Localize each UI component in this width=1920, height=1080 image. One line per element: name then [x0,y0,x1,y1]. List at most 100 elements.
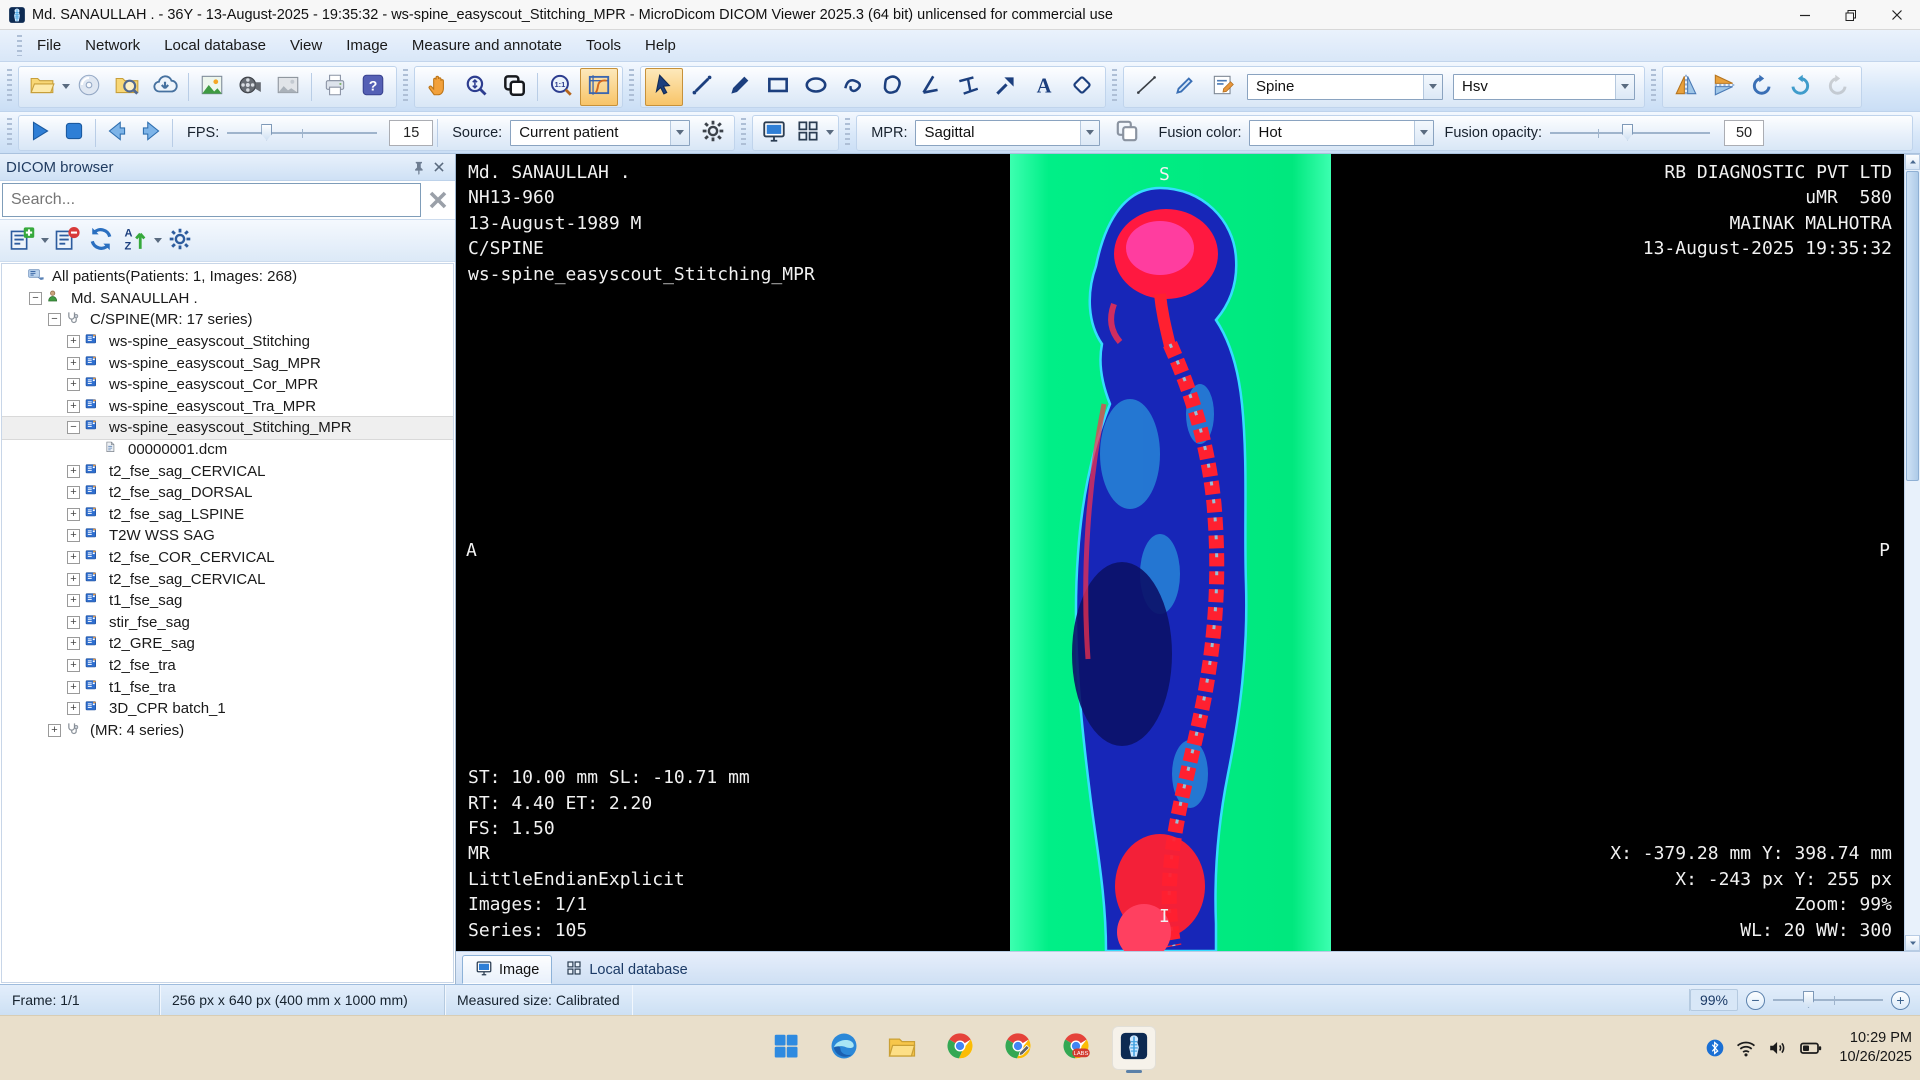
eraser-button[interactable] [1063,68,1101,106]
tree-item-mr-4-series[interactable]: +(MR: 4 series) [2,719,453,741]
tree-item-t2-fse-tra[interactable]: +t2_fse_tra [2,655,453,677]
colormap-select-select[interactable]: Hsv [1453,74,1635,100]
zoom-in-button[interactable]: + [1891,991,1910,1010]
expand-icon[interactable]: + [67,616,80,629]
fusion-color-caret[interactable] [1414,121,1433,145]
taskbar-app-edge[interactable] [822,1026,866,1070]
taskbar-app-start[interactable] [764,1026,808,1070]
menu-network[interactable]: Network [73,32,152,59]
spine-label-preset-select[interactable]: Spine [1247,74,1443,100]
expand-icon[interactable]: + [67,378,80,391]
expand-icon[interactable]: + [67,594,80,607]
annotation-list-button[interactable] [1204,68,1242,106]
expand-icon[interactable]: + [67,508,80,521]
collapse-icon[interactable]: − [67,421,80,434]
menu-view[interactable]: View [278,32,334,59]
export-video-button[interactable] [231,68,269,106]
expand-icon[interactable]: + [67,357,80,370]
single-view-button[interactable] [757,117,791,149]
cine-settings-button[interactable] [696,117,730,149]
remove-from-list-button[interactable] [51,224,83,258]
previous-frame-button[interactable] [100,117,134,149]
expand-icon[interactable]: + [67,551,80,564]
actual-size-button[interactable]: 1:1 [542,68,580,106]
close-button[interactable] [1874,0,1920,29]
layout-caret[interactable] [825,114,834,152]
colormap-select-caret[interactable] [1615,75,1634,99]
menu-image[interactable]: Image [334,32,400,59]
annotate-arrow-button[interactable] [987,68,1025,106]
maximize-button[interactable] [1828,0,1874,29]
fusion-color-select[interactable]: Hot [1249,120,1434,146]
simple-pencil-button[interactable] [1166,68,1204,106]
expand-icon[interactable]: + [67,335,80,348]
viewport-scrollbar[interactable] [1904,154,1920,951]
expand-icon[interactable]: + [67,486,80,499]
taskbar-app-file-explorer[interactable] [880,1026,924,1070]
expand-icon[interactable]: + [48,724,61,737]
tree-item-t2-fse-sag-cervical[interactable]: +t2_fse_sag_CERVICAL [2,568,453,590]
taskbar-app-microdicom[interactable] [1112,1026,1156,1070]
pin-panel-button[interactable] [409,157,429,177]
play-button[interactable] [23,117,57,149]
tree-item-t2-fse-cor-cervical[interactable]: +t2_fse_COR_CERVICAL [2,547,453,569]
clear-search-button[interactable] [421,181,455,219]
tree-item-ws-spine-easyscout-stitching-mpr[interactable]: −ws-spine_easyscout_Stitching_MPR [2,417,453,439]
rotate-custom-button[interactable] [1819,68,1857,106]
tree-item-ws-spine-easyscout-cor-mpr[interactable]: +ws-spine_easyscout_Cor_MPR [2,374,453,396]
scrollbar-thumb[interactable] [1906,171,1919,481]
menu-tools[interactable]: Tools [574,32,633,59]
taskbar-app-chrome[interactable] [938,1026,982,1070]
bluetooth-icon[interactable] [1705,1038,1725,1058]
taskbar-app-chrome-dev[interactable] [996,1026,1040,1070]
tree-item-3d-cpr-batch-1[interactable]: +3D_CPR batch_1 [2,698,453,720]
expand-icon[interactable]: + [67,681,80,694]
menu-measure-and-annotate[interactable]: Measure and annotate [400,32,574,59]
source-select[interactable]: Current patient [510,120,690,146]
fps-slider[interactable] [227,123,377,143]
expand-icon[interactable]: + [67,637,80,650]
tree-item-t2-gre-sag[interactable]: +t2_GRE_sag [2,633,453,655]
copy-to-picture-button[interactable] [269,68,307,106]
simple-line-button[interactable] [1128,68,1166,106]
mpr-caret[interactable] [1080,121,1099,145]
add-to-list-button[interactable] [6,224,38,258]
zoom-button[interactable] [457,68,495,106]
tree-item-ws-spine-easyscout-sag-mpr[interactable]: +ws-spine_easyscout_Sag_MPR [2,352,453,374]
mpr-select[interactable]: Sagittal [915,120,1100,146]
tree-item-ws-spine-easyscout-stitching[interactable]: +ws-spine_easyscout_Stitching [2,331,453,353]
expand-icon[interactable]: + [67,573,80,586]
tree-item-t2-fse-sag-lspine[interactable]: +t2_fse_sag_LSPINE [2,504,453,526]
tree-item-all-patients-patients-1-images-268[interactable]: All patients(Patients: 1, Images: 268) [2,266,453,288]
source-caret[interactable] [670,121,689,145]
scroll-up-button[interactable] [1905,154,1920,170]
measure-angle-button[interactable] [911,68,949,106]
refresh-button[interactable] [85,224,117,258]
next-frame-button[interactable] [134,117,168,149]
status-zoom-slider[interactable] [1773,990,1883,1010]
draw-ellipse-button[interactable] [797,68,835,106]
window-level-button[interactable] [495,68,533,106]
expand-icon[interactable]: + [67,465,80,478]
wifi-icon[interactable] [1735,1037,1757,1059]
pan-button[interactable] [419,68,457,106]
draw-closed-polygon-button[interactable] [873,68,911,106]
fusion-button[interactable] [1110,117,1144,149]
add-to-list-caret[interactable] [40,222,49,260]
scout-lines-button[interactable] [580,68,618,106]
tree-item-t1-fse-tra[interactable]: +t1_fse_tra [2,676,453,698]
tree-item-md-sanaullah[interactable]: −Md. SANAULLAH . [2,288,453,310]
taskbar-clock[interactable]: 10:29 PM 10/26/2025 [1839,1029,1912,1067]
fusion-opacity-slider[interactable] [1550,123,1710,143]
minimize-button[interactable] [1782,0,1828,29]
annotate-text-button[interactable]: A [1025,68,1063,106]
menu-help[interactable]: Help [633,32,688,59]
rotate-left-button[interactable] [1743,68,1781,106]
tree-item-t1-fse-sag[interactable]: +t1_fse_sag [2,590,453,612]
tab-local-database[interactable]: Local database [552,955,700,984]
draw-freehand-button[interactable] [835,68,873,106]
menu-local-database[interactable]: Local database [152,32,278,59]
expand-icon[interactable]: + [67,659,80,672]
open-file-button[interactable] [23,68,61,106]
scan-folder-button[interactable] [108,68,146,106]
